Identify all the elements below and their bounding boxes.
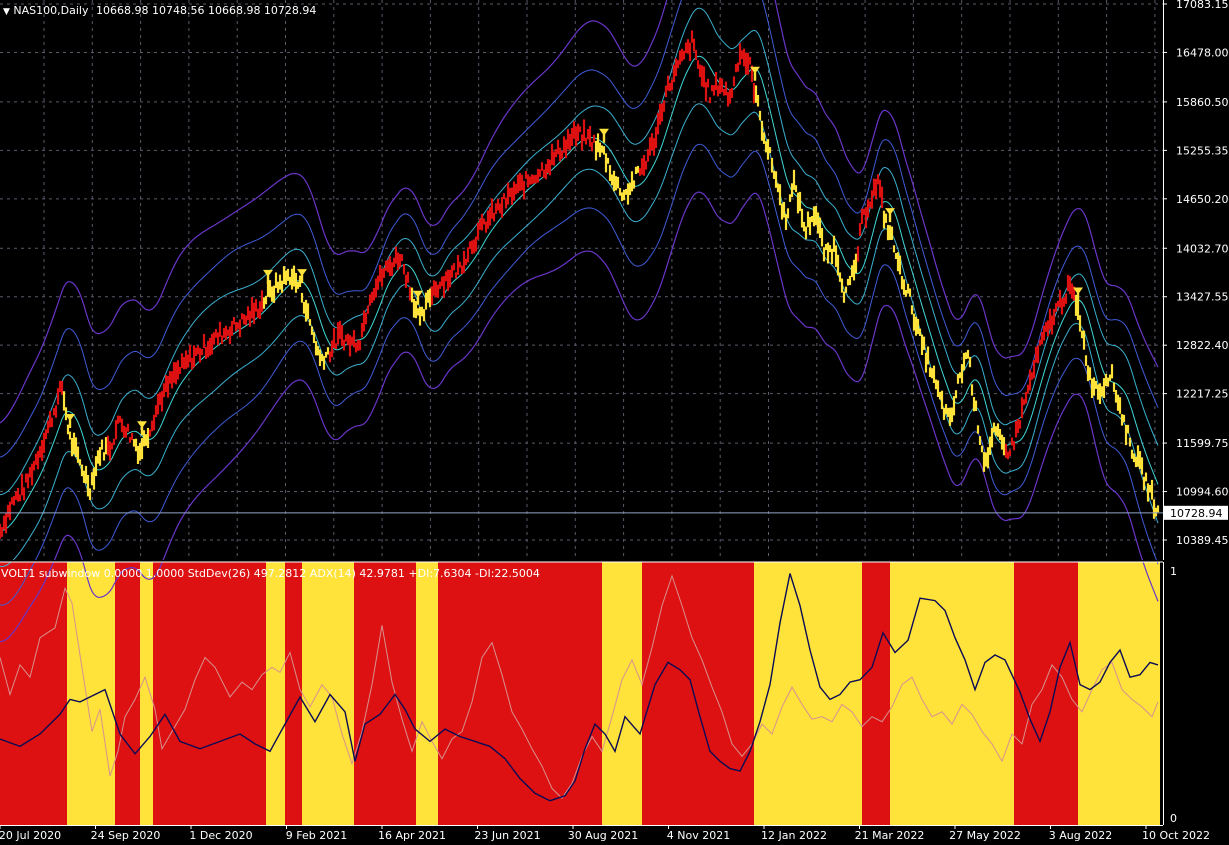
regime-block-red [285,562,302,825]
x-tick-label: 12 Jan 2022 [761,829,827,842]
regime-block-yellow [602,562,642,825]
x-tick-label: 9 Feb 2021 [286,829,347,842]
chart-canvas[interactable]: 17083.15 16478.00 15860.50 15255.35 14650.20… [0,0,1229,845]
y-tick-label: 10994.60 [1176,486,1229,499]
band-mid-upper [0,0,1159,458]
header-arrow-icon: ▼ [3,7,10,17]
y-tick-label: 17083.15 [1176,0,1229,11]
x-tick-label: 16 Apr 2021 [378,829,446,842]
regime-block-red [642,562,754,825]
y-tick-label: 15860.50 [1176,96,1229,109]
y-tick-label: 14032.70 [1176,242,1229,255]
x-tick-label: 27 May 2022 [949,829,1021,842]
regime-block-red [153,562,266,825]
x-tick-label: 3 Aug 2022 [1049,829,1112,842]
x-tick-label: 20 Jul 2020 [0,829,61,842]
regime-block-red [438,562,602,825]
regime-block-yellow [890,562,1014,825]
y-tick-label: 12822.40 [1176,339,1229,352]
band-inner-upper [0,7,1159,496]
regime-block-yellow [67,562,115,825]
regime-block-yellow [302,562,354,825]
price-series [0,30,1160,539]
regime-block-yellow [140,562,153,825]
y-tick-label: 11599.75 [1176,437,1229,450]
y-tick-label: 16478.00 [1176,46,1229,59]
axis-panel [1163,0,1229,845]
y-tick-label: 14650.20 [1176,193,1229,206]
regime-block-yellow [266,562,285,825]
band-outer-upper [0,0,1159,424]
subwindow-scale-top: 1 [1170,565,1177,578]
regime-block-red [862,562,890,825]
regime-blocks [0,562,1160,825]
y-tick-label: 12217.25 [1176,388,1229,401]
regime-block-yellow [416,562,438,825]
x-tick-label: 1 Dec 2020 [189,829,252,842]
band-inner-lower [0,103,1159,568]
symbol-header: ▼ NAS100,Daily 10668.98 10748.56 10668.9… [3,4,316,17]
subwindow-label: VOLT1 subwindow 0.0000 1.0000 StdDev(26)… [1,567,540,580]
x-tick-label: 4 Nov 2021 [667,829,730,842]
price-grid [0,0,1163,560]
y-tick-label: 13427.55 [1176,291,1229,304]
sell-arrows [0,66,1163,514]
symbol-timeframe: NAS100,Daily [13,4,89,17]
trading-chart-window: 17083.15 16478.00 15860.50 15255.35 14650.20… [0,0,1229,845]
y-tick-label: 10389.45 [1176,534,1229,547]
ohlc-values: 10668.98 10748.56 10668.98 10728.94 [95,4,317,17]
regime-block-red [115,562,140,825]
x-tick-label: 30 Aug 2021 [568,829,638,842]
regime-block-yellow [754,562,862,825]
x-tick-label: 23 Jun 2021 [474,829,540,842]
regime-block-red [1014,562,1078,825]
x-tick-label: 21 Mar 2022 [855,829,925,842]
envelope-bands [0,0,1159,643]
x-tick-label: 10 Oct 2022 [1142,829,1210,842]
regime-block-red [354,562,416,825]
y-tick-label: 15255.35 [1176,144,1229,157]
sell-arrow-icon [263,269,273,284]
current-price-label: 10728.94 [1170,507,1223,520]
x-tick-label: 24 Sep 2020 [91,829,161,842]
subwindow-scale-bottom: 0 [1170,812,1177,825]
